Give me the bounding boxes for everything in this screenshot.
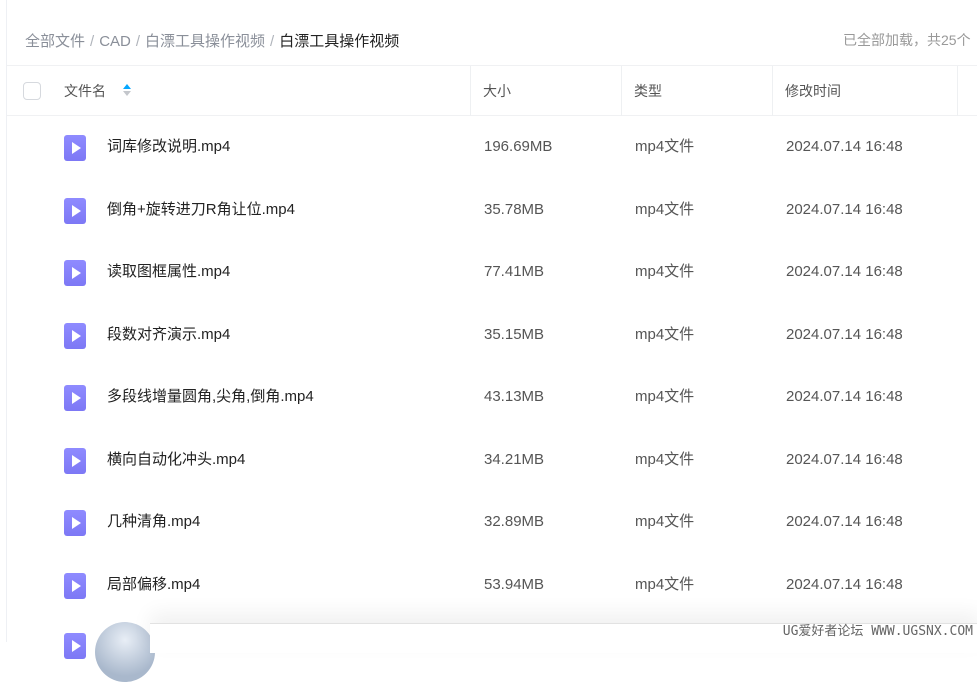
load-status: 已全部加载，共25个 <box>843 32 971 48</box>
video-file-icon <box>64 447 86 474</box>
breadcrumb-separator: / <box>90 33 95 50</box>
file-modified: 2024.07.14 16:48 <box>786 450 903 468</box>
file-modified: 2024.07.14 16:48 <box>786 513 903 530</box>
watermark: UG爱好者论坛 WWW.UGSNX.COM <box>782 624 973 639</box>
file-row[interactable]: 几种清角.mp4 32.89MB mp4文件 2024.07.14 16:48 <box>7 491 977 553</box>
file-modified: 2024.07.14 16:48 <box>786 388 903 405</box>
column-modified-header[interactable]: 修改时间 <box>785 66 841 116</box>
video-file-icon <box>64 135 86 161</box>
column-divider <box>621 66 622 116</box>
file-name[interactable]: 多段线增量圆角,尖角,倒角.mp4 <box>107 366 314 428</box>
video-file-icon <box>64 197 86 224</box>
file-row[interactable]: 词库修改说明.mp4 196.69MB mp4文件 2024.07.14 16:… <box>7 116 977 178</box>
file-modified: 2024.07.14 16:48 <box>786 200 903 218</box>
file-name[interactable]: 横向自动化冲头.mp4 <box>107 429 245 491</box>
file-row[interactable]: 读取图框属性.mp4 77.41MB mp4文件 2024.07.14 16:4… <box>7 241 977 303</box>
file-type: mp4文件 <box>635 513 695 530</box>
video-file-icon <box>64 322 86 349</box>
breadcrumb-cad[interactable]: CAD <box>99 33 131 50</box>
file-modified: 2024.07.14 16:48 <box>786 263 903 280</box>
file-size: 53.94MB <box>484 575 545 593</box>
file-type: mp4文件 <box>635 263 695 280</box>
breadcrumb-current-folder: 白漂工具操作视频 <box>279 33 400 50</box>
file-name[interactable]: 局部偏移.mp4 <box>107 554 200 616</box>
column-name-header[interactable]: 文件名 <box>64 66 106 116</box>
file-name[interactable]: 倒角+旋转进刀R角让位.mp4 <box>107 179 295 241</box>
file-name[interactable]: 词库修改说明.mp4 <box>107 116 230 178</box>
breadcrumb: 全部文件 / CAD / 白漂工具操作视频 / 白漂工具操作视频 <box>25 30 399 51</box>
file-row[interactable]: 倒角+旋转进刀R角让位.mp4 35.78MB mp4文件 2024.07.14… <box>7 179 977 241</box>
file-type: mp4文件 <box>635 575 695 593</box>
file-size: 77.41MB <box>484 263 545 280</box>
select-all-checkbox[interactable] <box>23 82 41 100</box>
video-file-icon <box>64 633 86 659</box>
column-divider <box>957 66 958 116</box>
file-size: 32.89MB <box>484 513 545 530</box>
breadcrumb-separator: / <box>270 33 275 50</box>
file-size: 196.69MB <box>484 138 553 155</box>
video-file-icon <box>64 510 86 536</box>
file-row[interactable]: 横向自动化冲头.mp4 34.21MB mp4文件 2024.07.14 16:… <box>7 429 977 491</box>
file-type: mp4文件 <box>635 325 695 343</box>
breadcrumb-separator: / <box>135 33 141 50</box>
file-size: 35.15MB <box>484 325 545 343</box>
file-modified: 2024.07.14 16:48 <box>786 138 903 155</box>
file-size: 34.21MB <box>484 450 545 468</box>
table-header: 文件名 大小 类型 修改时间 <box>7 65 977 116</box>
file-type: mp4文件 <box>635 200 695 218</box>
file-modified: 2024.07.14 16:48 <box>786 575 903 593</box>
video-file-icon <box>64 572 86 599</box>
file-type: mp4文件 <box>635 450 695 468</box>
sort-icon[interactable] <box>123 83 131 99</box>
video-file-icon <box>64 260 86 286</box>
avatar[interactable] <box>95 622 155 682</box>
column-size-header[interactable]: 大小 <box>483 66 511 116</box>
breadcrumb-parent-folder[interactable]: 白漂工具操作视频 <box>145 33 265 50</box>
file-row[interactable]: 多段线增量圆角,尖角,倒角.mp4 43.13MB mp4文件 2024.07.… <box>7 366 977 428</box>
file-name[interactable]: 几种清角.mp4 <box>107 491 200 553</box>
breadcrumb-all-files[interactable]: 全部文件 <box>25 33 85 50</box>
file-row[interactable]: 段数对齐演示.mp4 35.15MB mp4文件 2024.07.14 16:4… <box>7 304 977 366</box>
file-type: mp4文件 <box>635 388 695 405</box>
file-row[interactable]: 局部偏移.mp4 53.94MB mp4文件 2024.07.14 16:48 <box>7 554 977 616</box>
file-name[interactable]: 段数对齐演示.mp4 <box>107 304 230 366</box>
column-type-header[interactable]: 类型 <box>634 66 662 116</box>
column-divider <box>772 66 773 116</box>
file-type: mp4文件 <box>635 138 695 155</box>
column-divider <box>470 66 471 116</box>
file-name[interactable]: 读取图框属性.mp4 <box>107 241 230 303</box>
file-modified: 2024.07.14 16:48 <box>786 325 903 343</box>
file-size: 35.78MB <box>484 200 545 218</box>
file-size: 43.13MB <box>484 388 545 405</box>
video-file-icon <box>64 385 86 411</box>
